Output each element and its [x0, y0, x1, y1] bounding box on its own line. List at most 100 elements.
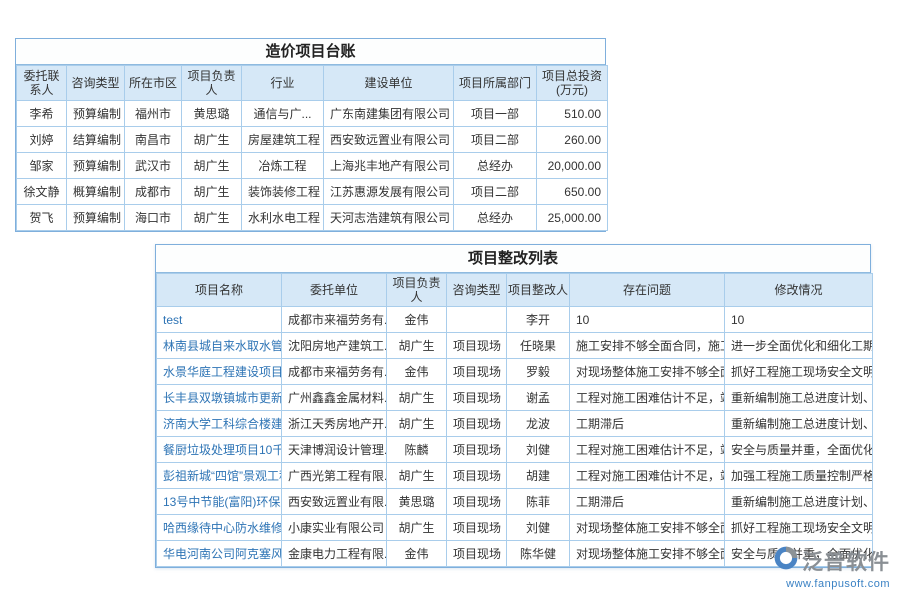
column-header: 存在问题 — [570, 274, 725, 307]
table-cell: 25,000.00 — [537, 205, 608, 231]
table-cell: 天河志浩建筑有限公司 — [324, 205, 454, 231]
table-cell: 重新编制施工总进度计划、合理... — [725, 385, 873, 411]
table-cell: 陈麟 — [387, 437, 447, 463]
table-cell: 胡广生 — [182, 153, 242, 179]
table-cell: 胡广生 — [387, 515, 447, 541]
table-cell: 加强工程施工质量控制严格按照... — [725, 463, 873, 489]
project-link[interactable]: 餐厨垃圾处理项目10千伏... — [157, 437, 282, 463]
header-row: 委托联系人咨询类型所在市区项目负责人行业建设单位项目所属部门项目总投资(万元) — [17, 66, 608, 101]
table-cell: 罗毅 — [507, 359, 570, 385]
table-cell: 项目现场 — [447, 437, 507, 463]
table-cell: 510.00 — [537, 101, 608, 127]
project-link[interactable]: 彭祖新城“四馆”景观工程 — [157, 463, 282, 489]
table-cell: 陈菲 — [507, 489, 570, 515]
table-cell: 海口市 — [125, 205, 182, 231]
table-cell: 邹家 — [17, 153, 67, 179]
table-cell: 广东南建集团有限公司 — [324, 101, 454, 127]
table-row[interactable]: 邹家预算编制武汉市胡广生冶炼工程上海兆丰地产有限公司总经办20,000.00 — [17, 153, 608, 179]
rectification-list-card: 项目整改列表 项目名称委托单位项目负责人咨询类型项目整改人存在问题修改情况tes… — [155, 244, 871, 568]
table-cell: 李开 — [507, 307, 570, 333]
table-cell: 260.00 — [537, 127, 608, 153]
column-header: 行业 — [242, 66, 324, 101]
table-cell: 西安致远置业有限公司 — [324, 127, 454, 153]
project-link[interactable]: 长丰县双墩镇城市更新项... — [157, 385, 282, 411]
table-row[interactable]: 林南县城自来水取水管道...沈阳房地产建筑工...胡广生项目现场任晓果施工安排不… — [157, 333, 873, 359]
table-cell: 重新编制施工总进度计划、合理... — [725, 411, 873, 437]
table-cell: 对现场整体施工安排不够全面合... — [570, 541, 725, 567]
column-header: 咨询类型 — [67, 66, 125, 101]
table-cell: 总经办 — [454, 205, 537, 231]
table-cell: 上海兆丰地产有限公司 — [324, 153, 454, 179]
table-cell: 水利水电工程 — [242, 205, 324, 231]
project-link[interactable]: 林南县城自来水取水管道... — [157, 333, 282, 359]
table-row[interactable]: 彭祖新城“四馆”景观工程广西光第工程有限...胡广生项目现场胡建工程对施工困难估… — [157, 463, 873, 489]
table-cell: 10 — [570, 307, 725, 333]
table-row[interactable]: 贺飞预算编制海口市胡广生水利水电工程天河志浩建筑有限公司总经办25,000.00 — [17, 205, 608, 231]
column-header: 项目负责人 — [182, 66, 242, 101]
table-cell: 项目现场 — [447, 359, 507, 385]
table-cell: 刘婷 — [17, 127, 67, 153]
table-cell: 项目现场 — [447, 515, 507, 541]
table-row[interactable]: 13号中节能(富阳)环保产...西安致远置业有限...黄思璐项目现场陈菲工期滞后… — [157, 489, 873, 515]
table-row[interactable]: 水景华庭工程建设项目成都市来福劳务有...金伟项目现场罗毅对现场整体施工安排不够… — [157, 359, 873, 385]
column-header: 项目整改人 — [507, 274, 570, 307]
table-cell: 西安致远置业有限... — [282, 489, 387, 515]
table-cell: 成都市 — [125, 179, 182, 205]
table-cell: 冶炼工程 — [242, 153, 324, 179]
project-link[interactable]: 13号中节能(富阳)环保产... — [157, 489, 282, 515]
table-cell: 刘健 — [507, 515, 570, 541]
project-link[interactable]: 哈西缘待中心防水维修工程 — [157, 515, 282, 541]
column-header: 项目总投资(万元) — [537, 66, 608, 101]
table-cell: 预算编制 — [67, 101, 125, 127]
table-cell: 福州市 — [125, 101, 182, 127]
table-cell: 工程对施工困难估计不足，站区... — [570, 463, 725, 489]
table-row[interactable]: test成都市来福劳务有...金伟李开1010 — [157, 307, 873, 333]
project-link[interactable]: test — [157, 307, 282, 333]
table-cell: 胡广生 — [182, 127, 242, 153]
table-cell: 广西光第工程有限... — [282, 463, 387, 489]
table-cell: 工期滞后 — [570, 489, 725, 515]
table-cell: 施工安排不够全面合同，施工作... — [570, 333, 725, 359]
table-row[interactable]: 刘婷结算编制南昌市胡广生房屋建筑工程西安致远置业有限公司项目二部260.00 — [17, 127, 608, 153]
table-cell: 预算编制 — [67, 205, 125, 231]
table-cell: 工期滞后 — [570, 411, 725, 437]
project-link[interactable]: 华电河南公司阿克塞风电... — [157, 541, 282, 567]
column-header: 修改情况 — [725, 274, 873, 307]
table-row[interactable]: 济南大学工科综合楼建设浙江天秀房地产开...胡广生项目现场龙波工期滞后重新编制施… — [157, 411, 873, 437]
table-cell: 李希 — [17, 101, 67, 127]
table-row[interactable]: 哈西缘待中心防水维修工程小康实业有限公司胡广生项目现场刘健对现场整体施工安排不够… — [157, 515, 873, 541]
table-cell: 项目一部 — [454, 101, 537, 127]
table-cell: 胡广生 — [182, 179, 242, 205]
table-cell — [447, 307, 507, 333]
table-cell: 金伟 — [387, 307, 447, 333]
table-cell: 任晓果 — [507, 333, 570, 359]
project-link[interactable]: 济南大学工科综合楼建设 — [157, 411, 282, 437]
table-cell: 概算编制 — [67, 179, 125, 205]
table-cell: 总经办 — [454, 153, 537, 179]
table-row[interactable]: 华电河南公司阿克塞风电...金康电力工程有限...金伟项目现场陈华健对现场整体施… — [157, 541, 873, 567]
table-row[interactable]: 长丰县双墩镇城市更新项...广州鑫鑫金属材料...胡广生项目现场谢孟工程对施工困… — [157, 385, 873, 411]
brand-name: 泛普软件 — [802, 546, 890, 576]
table-row[interactable]: 李希预算编制福州市黄思璐通信与广...广东南建集团有限公司项目一部510.00 — [17, 101, 608, 127]
table-cell: 成都市来福劳务有... — [282, 307, 387, 333]
fanpu-logo[interactable]: 泛普软件 www.fanpusoft.com — [773, 545, 890, 590]
table-cell: 浙江天秀房地产开... — [282, 411, 387, 437]
table-cell: 金伟 — [387, 541, 447, 567]
column-header: 所在市区 — [125, 66, 182, 101]
column-header: 项目所属部门 — [454, 66, 537, 101]
table-cell: 江苏惠源发展有限公司 — [324, 179, 454, 205]
table-cell: 项目二部 — [454, 127, 537, 153]
table-cell: 抓好工程施工现场安全文明措施... — [725, 515, 873, 541]
project-link[interactable]: 水景华庭工程建设项目 — [157, 359, 282, 385]
website-url[interactable]: www.fanpusoft.com — [773, 578, 890, 590]
table-cell: 谢孟 — [507, 385, 570, 411]
table-cell: 金伟 — [387, 359, 447, 385]
table-cell: 进一步全面优化和细化工期布置。 — [725, 333, 873, 359]
table-cell: 武汉市 — [125, 153, 182, 179]
table-cell: 对现场整体施工安排不够全面合... — [570, 515, 725, 541]
cost-project-ledger-card: 造价项目台账 委托联系人咨询类型所在市区项目负责人行业建设单位项目所属部门项目总… — [15, 38, 606, 232]
table-cell: 广州鑫鑫金属材料... — [282, 385, 387, 411]
table-cell: 重新编制施工总进度计划、合理... — [725, 489, 873, 515]
table-row[interactable]: 徐文静概算编制成都市胡广生装饰装修工程江苏惠源发展有限公司项目二部650.00 — [17, 179, 608, 205]
table-row[interactable]: 餐厨垃圾处理项目10千伏...天津博润设计管理...陈麟项目现场刘健工程对施工困… — [157, 437, 873, 463]
